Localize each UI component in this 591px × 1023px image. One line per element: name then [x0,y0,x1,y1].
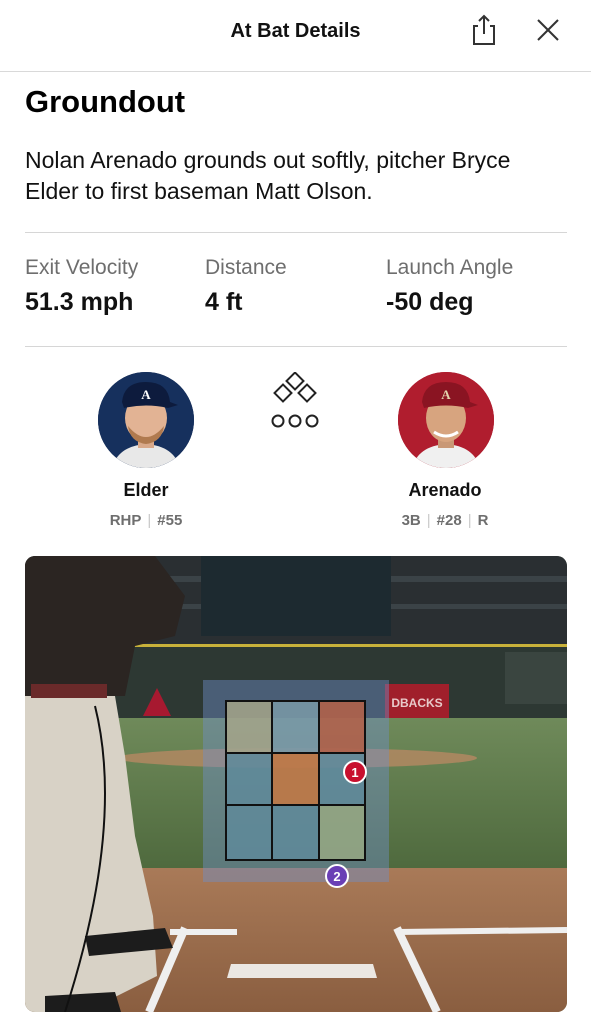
pitcher-throws: RHP [109,512,142,529]
batter-name: Arenado [408,480,482,500]
separator: | [147,512,152,529]
divider [25,346,567,347]
batter-headshot: A [398,372,494,468]
batter-meta: 3B | #28 | R [345,512,545,529]
svg-text:A: A [441,387,451,402]
batter-number: #28 [436,512,462,529]
pitch-marker-2[interactable]: 2 [325,864,349,888]
stat-label: Exit Velocity [25,256,139,279]
stat-value: 4 ft [205,288,243,316]
share-button[interactable] [466,12,502,48]
stat-launch-angle: Launch Angle -50 deg [386,256,513,317]
pitch-number: 1 [351,765,358,780]
wall-sign-text: DBACKS [391,696,442,710]
home-plate [227,964,377,978]
pitcher-headshot: A [98,372,194,468]
pitch-marker-1[interactable]: 1 [343,760,367,784]
pitcher-meta: RHP | #55 [46,512,246,529]
separator: | [426,512,431,529]
pitcher-avatar[interactable]: A [98,372,194,468]
stat-label: Distance [205,256,287,279]
play-result-title: Groundout [25,84,186,119]
top-bar: At Bat Details [0,0,591,72]
batter-position: 3B [401,512,421,529]
play-description: Nolan Arenado grounds out softly, pitche… [25,147,511,204]
share-icon [473,14,495,45]
batter-avatar[interactable]: A [398,372,494,468]
svg-text:A: A [141,387,151,402]
stat-value: -50 deg [386,288,474,316]
close-icon [537,19,559,41]
stat-label: Launch Angle [386,256,514,279]
pitcher-name: Elder [123,480,169,500]
pitcher-number: #55 [157,512,183,529]
bases-icon [266,371,326,432]
stat-value: 51.3 mph [25,288,134,316]
separator: | [467,512,472,529]
video-scene: DBACKS 1 2 [25,556,567,1012]
strike-zone [225,700,366,861]
divider [25,232,567,233]
close-button[interactable] [530,12,566,48]
pitch-video[interactable]: DBACKS 1 2 [25,556,567,1012]
batter-bats: R [477,512,489,529]
stat-exit-velocity: Exit Velocity 51.3 mph [25,256,138,317]
pitch-number: 2 [333,869,340,884]
stat-distance: Distance 4 ft [205,256,287,317]
page-title: At Bat Details [230,20,361,42]
